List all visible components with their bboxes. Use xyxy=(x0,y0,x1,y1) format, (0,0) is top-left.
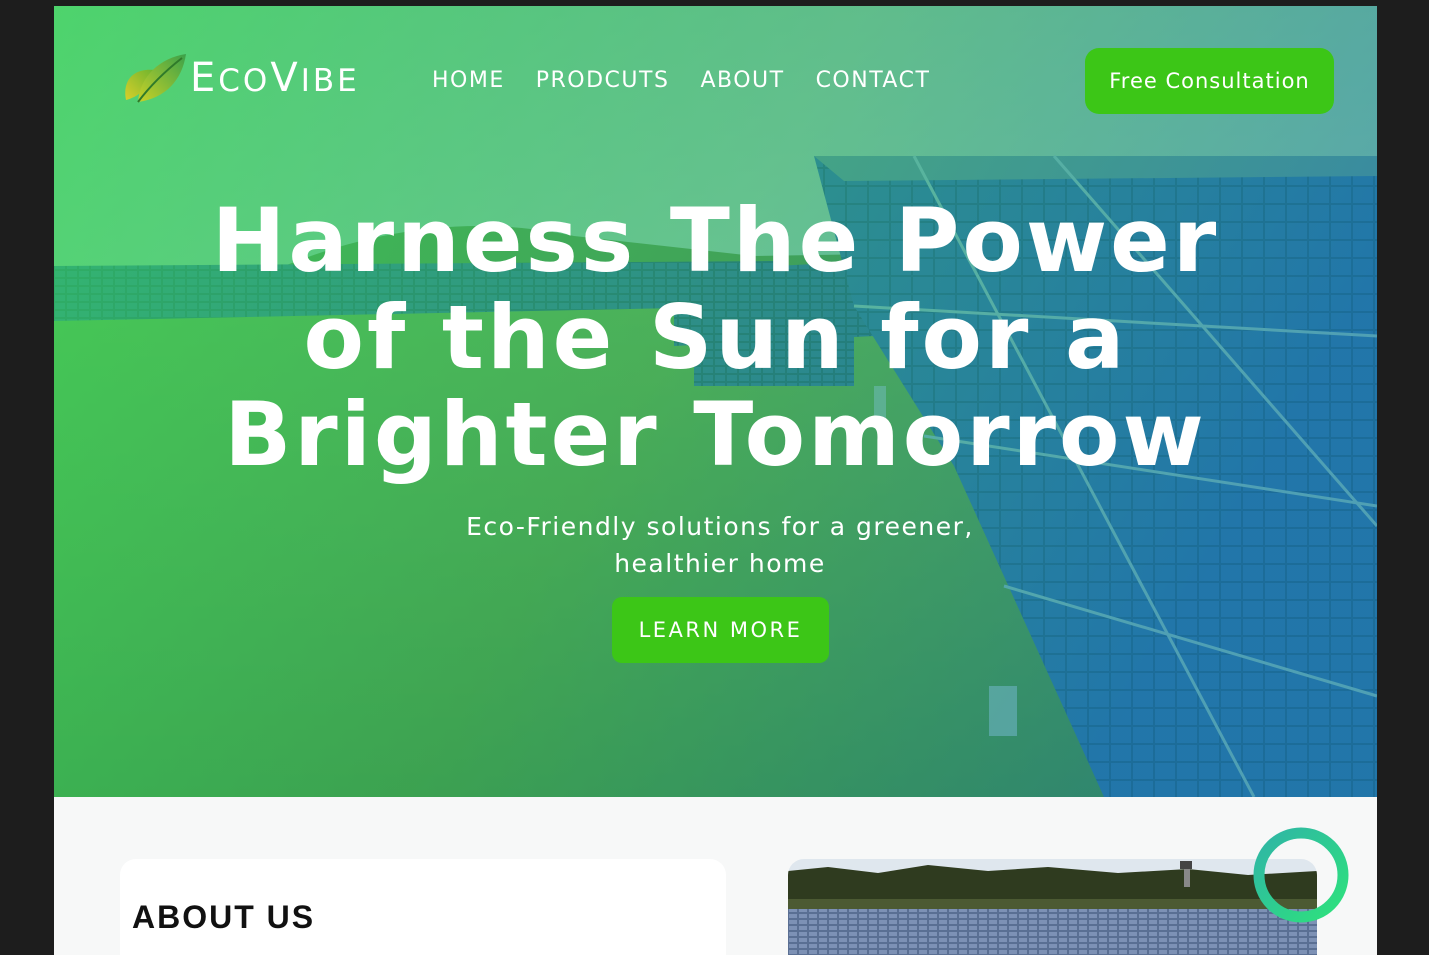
hero-headline-line: Brighter Tomorrow xyxy=(224,383,1207,486)
hero-headline: Harness The Power of the Sun for a Brigh… xyxy=(174,192,1257,483)
hero-subtitle-line: healthier home xyxy=(614,549,826,578)
leaf-logo-icon xyxy=(125,54,186,103)
browser-viewport: ECOVIBE HOME PRODCUTS ABOUT CONTACT Free… xyxy=(54,6,1377,955)
top-navigation: ECOVIBE HOME PRODCUTS ABOUT CONTACT Free… xyxy=(54,6,1377,156)
hero-subtitle-line: Eco-Friendly solutions for a greener, xyxy=(466,512,974,541)
nav-item-contact[interactable]: CONTACT xyxy=(816,68,931,93)
hero-section: ECOVIBE HOME PRODCUTS ABOUT CONTACT Free… xyxy=(54,6,1377,797)
hero-headline-line: of the Sun for a xyxy=(303,286,1128,389)
nav-item-home[interactable]: HOME xyxy=(432,68,505,93)
hero-headline-line: Harness The Power xyxy=(211,189,1220,292)
decorative-ring-icon xyxy=(1253,827,1349,923)
brand-logo[interactable]: ECOVIBE xyxy=(120,50,360,106)
hero-subtitle: Eco-Friendly solutions for a greener, he… xyxy=(394,508,1046,582)
free-consultation-button[interactable]: Free Consultation xyxy=(1085,48,1334,114)
brand-name: ECOVIBE xyxy=(190,55,360,101)
about-title: ABOUT US xyxy=(132,899,316,935)
nav-item-products[interactable]: PRODCUTS xyxy=(536,68,670,93)
learn-more-button[interactable]: LEARN MORE xyxy=(612,597,829,663)
nav-item-about[interactable]: ABOUT xyxy=(700,68,784,93)
main-menu: HOME PRODCUTS ABOUT CONTACT xyxy=(432,68,961,93)
about-solar-farm-image xyxy=(788,859,1317,955)
about-card: ABOUT US xyxy=(120,859,726,955)
